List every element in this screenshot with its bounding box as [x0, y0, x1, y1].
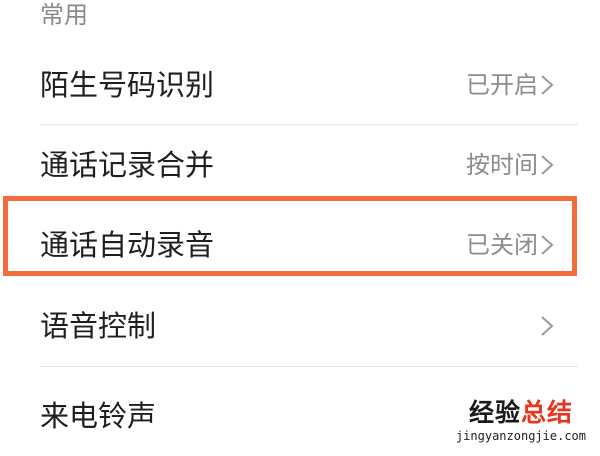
section-header-common: 常用 — [40, 1, 88, 29]
setting-label: 陌生号码识别 — [40, 68, 215, 102]
setting-row-auto-call-recording[interactable]: 通话自动录音 已关闭 — [0, 205, 600, 285]
setting-row-unknown-number-identification[interactable]: 陌生号码识别 已开启 — [0, 45, 600, 125]
chevron-right-icon — [541, 75, 554, 95]
setting-label: 通话记录合并 — [40, 148, 215, 182]
chevron-right-icon — [541, 235, 554, 255]
setting-label: 通话自动录音 — [40, 228, 215, 262]
chevron-right-icon — [541, 155, 554, 175]
watermark-title: 经验总结 — [468, 398, 573, 427]
setting-label: 语音控制 — [40, 309, 157, 343]
setting-value: 已开启 — [466, 71, 538, 99]
setting-value: 按时间 — [466, 151, 538, 179]
watermark-url: jingyanzongjie.com — [455, 429, 586, 443]
setting-row-voice-control[interactable]: 语音控制 — [0, 286, 600, 366]
chevron-right-icon — [541, 316, 554, 336]
setting-value: 已关闭 — [466, 231, 538, 259]
divider — [40, 366, 578, 367]
setting-row-call-log-merge[interactable]: 通话记录合并 按时间 — [0, 125, 600, 205]
setting-label: 来电铃声 — [40, 399, 157, 433]
watermark-logo: 经验总结 jingyanzongjie.com — [456, 398, 586, 444]
